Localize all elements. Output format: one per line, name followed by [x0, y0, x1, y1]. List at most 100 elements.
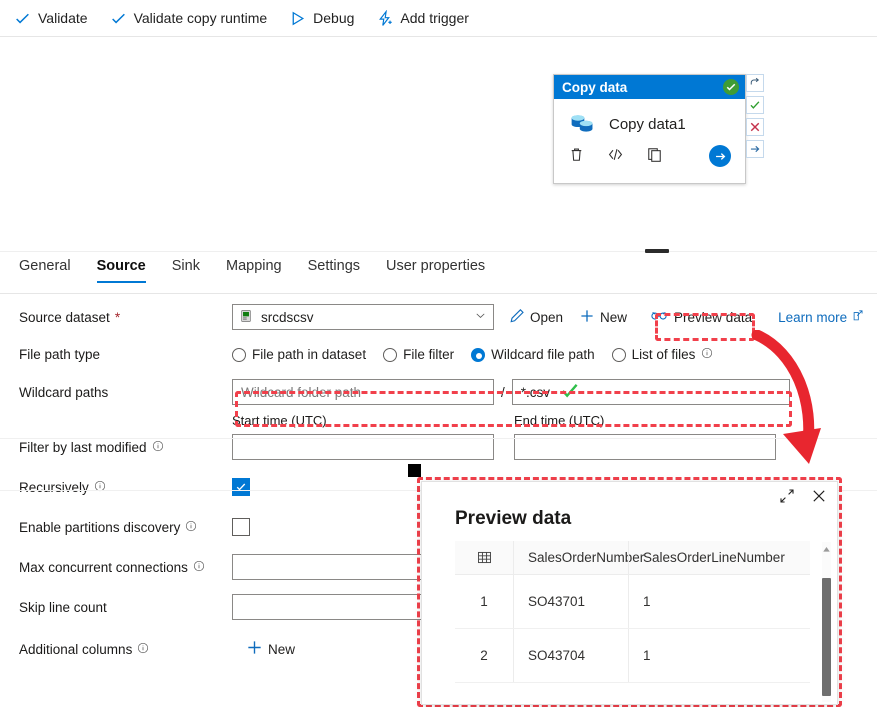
additional-columns-new-button[interactable]: New: [246, 639, 295, 659]
table-header-sales-order-line-number: SalesOrderLineNumber: [628, 541, 785, 574]
new-dataset-button[interactable]: New: [579, 308, 627, 327]
row-index: 1: [480, 594, 488, 609]
on-failure-icon[interactable]: [746, 118, 764, 136]
run-icon[interactable]: [709, 145, 731, 167]
toolbar-label: Add trigger: [400, 10, 469, 26]
copy-data-activity-card[interactable]: Copy data Copy data1: [553, 74, 746, 184]
validation-check-icon: [560, 381, 579, 403]
additional-columns-new-label: New: [268, 641, 296, 657]
radio-wildcard-file-path[interactable]: Wildcard file path: [471, 347, 595, 362]
duplicate-icon[interactable]: [646, 146, 663, 166]
radio-file-path-in-dataset[interactable]: File path in dataset: [232, 347, 366, 362]
toolbar-item-validate-copy-runtime[interactable]: Validate copy runtime: [110, 10, 267, 27]
toolbar-item-validate[interactable]: Validate: [14, 10, 88, 27]
play-icon: [289, 10, 306, 27]
text-cursor: [408, 464, 421, 477]
preview-data-table: SalesOrderNumber SalesOrderLineNumber 1 …: [455, 541, 810, 683]
radio-label: Wildcard file path: [491, 347, 595, 362]
preview-table-scrollbar[interactable]: [822, 542, 831, 702]
preview-panel-title: Preview data: [455, 508, 572, 529]
recursively-checkbox[interactable]: [232, 478, 250, 496]
wildcard-file-value: *.csv: [520, 384, 551, 400]
lightning-plus-icon: [376, 8, 393, 27]
info-icon[interactable]: [701, 347, 713, 362]
max-concurrent-connections-label: Max concurrent connections: [0, 560, 232, 575]
info-icon[interactable]: [152, 440, 164, 455]
detail-tabs[interactable]: General Source Sink Mapping Settings Use…: [0, 258, 877, 294]
tab-source[interactable]: Source: [96, 258, 146, 283]
chevron-down-icon: [474, 309, 487, 325]
radio-label: File filter: [403, 347, 455, 362]
info-icon[interactable]: [185, 520, 197, 535]
preview-data-label: Preview data: [674, 309, 753, 325]
annotation-arrow: [751, 330, 821, 464]
on-completion-icon[interactable]: [746, 140, 764, 158]
activity-body: Copy data1: [554, 99, 745, 140]
tab-settings[interactable]: Settings: [308, 258, 360, 283]
radio-file-filter[interactable]: File filter: [383, 347, 454, 362]
info-icon[interactable]: [94, 480, 106, 495]
preview-data-panel[interactable]: Preview data SalesOrderNumber SalesOrder…: [421, 481, 838, 705]
code-icon[interactable]: [607, 146, 624, 166]
tab-mapping[interactable]: Mapping: [226, 258, 282, 283]
retry-icon[interactable]: [746, 74, 764, 92]
delete-icon[interactable]: [568, 146, 585, 166]
cell-sales-order-number: SO43704: [513, 629, 628, 682]
pencil-icon: [509, 308, 525, 327]
row-index: 2: [480, 648, 488, 663]
wildcard-folder-path-input[interactable]: Wildcard folder path: [232, 379, 494, 405]
tab-sink[interactable]: Sink: [172, 258, 200, 283]
activity-footer: [554, 140, 745, 167]
info-icon[interactable]: [193, 560, 205, 575]
tab-general[interactable]: General: [19, 258, 71, 283]
additional-columns-label: Additional columns: [0, 642, 232, 657]
new-label: New: [600, 309, 628, 325]
filter-by-last-modified-label: Filter by last modified: [0, 440, 232, 455]
enable-partitions-discovery-checkbox[interactable]: [232, 518, 250, 536]
file-path-type-label: File path type: [19, 347, 101, 362]
external-link-icon: [852, 309, 865, 325]
learn-more-link[interactable]: Learn more: [778, 309, 865, 325]
info-icon[interactable]: [137, 642, 149, 657]
file-path-type-radio-group[interactable]: File path in dataset File filter Wildcar…: [232, 347, 713, 362]
wildcard-folder-placeholder: Wildcard folder path: [241, 384, 362, 400]
radio-label: List of files: [631, 347, 696, 362]
pipeline-canvas[interactable]: Copy data Copy data1: [0, 37, 877, 244]
cell-sales-order-line-number: 1: [628, 629, 780, 682]
toolbar-item-debug[interactable]: Debug: [289, 10, 354, 27]
skip-line-count-label: Skip line count: [19, 599, 107, 615]
source-dataset-dropdown[interactable]: srcdscsv: [232, 304, 494, 330]
radio-list-of-files[interactable]: List of files: [611, 347, 714, 362]
end-time-label: End time (UTC): [514, 412, 605, 428]
top-toolbar: Validate Validate copy runtime Debug Add…: [0, 0, 877, 37]
table-header-row: SalesOrderNumber SalesOrderLineNumber: [455, 541, 810, 575]
close-icon[interactable]: [811, 488, 827, 507]
panel-splitter-handle[interactable]: [645, 249, 669, 253]
table-header-sales-order-number: SalesOrderNumber: [513, 541, 644, 574]
dataset-file-icon: [239, 309, 253, 326]
copy-data-icon: [568, 108, 597, 140]
radio-circle: [611, 347, 626, 362]
preview-data-button[interactable]: Preview data: [649, 308, 752, 326]
on-success-icon[interactable]: [746, 96, 764, 114]
scrollbar-thumb[interactable]: [822, 578, 831, 696]
toolbar-item-add-trigger[interactable]: Add trigger: [376, 8, 469, 27]
expand-icon[interactable]: [779, 488, 795, 507]
table-row[interactable]: 2 SO43704 1: [455, 629, 810, 683]
activity-connector-strip[interactable]: [746, 74, 766, 172]
source-dataset-value: srcdscsv: [261, 309, 314, 325]
plus-icon: [246, 639, 263, 659]
tab-user-properties[interactable]: User properties: [386, 258, 485, 283]
preview-panel-tools[interactable]: [779, 488, 827, 507]
start-time-label: Start time (UTC): [232, 412, 327, 428]
wildcard-paths-label: Wildcard paths: [19, 384, 109, 400]
open-label: Open: [530, 309, 564, 325]
recursively-label: Recursively: [0, 480, 232, 495]
open-dataset-button[interactable]: Open: [509, 308, 563, 327]
plus-icon: [579, 308, 595, 327]
enable-partitions-discovery-label: Enable partitions discovery: [0, 520, 232, 535]
scroll-up-arrow-icon[interactable]: [822, 542, 831, 552]
table-grid-icon: [455, 550, 513, 565]
radio-circle-selected: [471, 347, 486, 362]
table-row[interactable]: 1 SO43701 1: [455, 575, 810, 629]
